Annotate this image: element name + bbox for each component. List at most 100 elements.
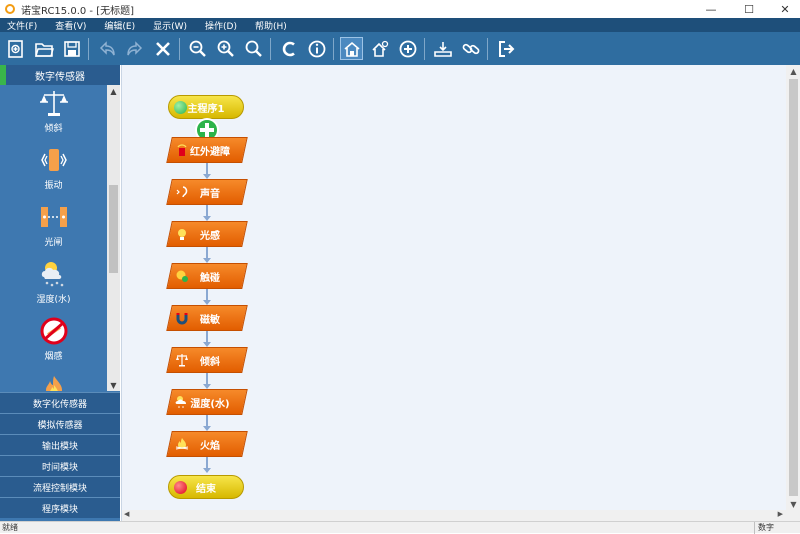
category-digital-sensor-active[interactable]: 数字传感器: [0, 65, 120, 85]
category-flow-control[interactable]: 流程控制模块: [0, 476, 120, 497]
flow-block-label: 火焰: [200, 440, 220, 452]
flow-connector: [206, 415, 208, 427]
redo-icon[interactable]: [123, 37, 146, 60]
flow-block-sound[interactable]: 声音: [166, 179, 248, 205]
scroll-down-arrow-icon[interactable]: ▼: [107, 379, 120, 391]
scroll-left-arrow-icon[interactable]: ◀: [124, 510, 129, 518]
c-compile-icon[interactable]: [277, 37, 300, 60]
sensor-item-humidity[interactable]: 湿度(水): [0, 256, 107, 313]
zoom-fit-icon[interactable]: [242, 37, 265, 60]
toolbar: [0, 32, 800, 65]
toolbar-separator: [88, 37, 89, 60]
scroll-thumb[interactable]: [789, 79, 798, 496]
flame-icon: [38, 373, 70, 391]
light-gate-icon: [38, 202, 70, 232]
sensor-item-vibration[interactable]: 振动: [0, 142, 107, 199]
flowchart-area[interactable]: 主程序1 红外避障 声音 光感 触碰 磁敏 倾斜 湿度(水) 火焰 结束: [122, 65, 786, 510]
add-circle-icon[interactable]: [396, 37, 419, 60]
scroll-thumb[interactable]: [109, 185, 118, 273]
module-panel: 数字传感器 倾斜 振动 光闸 湿度(水) 烟感 ▲ ▼ 数字化传感器 模拟传感器…: [0, 65, 120, 521]
flow-block-infrared[interactable]: 红外避障: [166, 137, 248, 163]
flow-block-label: 光感: [200, 230, 220, 242]
scroll-right-arrow-icon[interactable]: ▶: [778, 510, 783, 518]
end-block-label: 结束: [196, 483, 216, 495]
delete-icon[interactable]: [151, 37, 174, 60]
flow-block-light[interactable]: 光感: [166, 221, 248, 247]
flow-block-tilt[interactable]: 倾斜: [166, 347, 248, 373]
menu-file[interactable]: 文件(F): [7, 19, 37, 32]
flow-connector: [206, 289, 208, 301]
menu-bar: 文件(F) 查看(V) 编辑(E) 显示(W) 操作(D) 帮助(H): [0, 18, 800, 32]
sensor-label: 光闸: [44, 238, 63, 248]
sensor-item-light-gate[interactable]: 光闸: [0, 199, 107, 256]
flow-connector: [206, 205, 208, 217]
flow-block-touch[interactable]: 触碰: [166, 263, 248, 289]
sensor-label: 振动: [44, 181, 63, 191]
close-button[interactable]: ✕: [770, 0, 800, 18]
flow-block-humidity[interactable]: 湿度(水): [166, 389, 248, 415]
menu-view[interactable]: 查看(V): [55, 19, 86, 32]
category-program-module[interactable]: 程序模块: [0, 497, 120, 518]
flow-block-magnet[interactable]: 磁敏: [166, 305, 248, 331]
vibration-icon: [38, 145, 70, 175]
toolbar-separator: [333, 37, 334, 60]
smoke-icon: [38, 316, 70, 346]
flow-connector: [206, 457, 208, 469]
active-category-label: 数字传感器: [35, 71, 85, 83]
window-title: 诺宝RC15.0.0 - [无标题]: [21, 5, 135, 17]
end-block[interactable]: 结束: [168, 475, 244, 499]
flow-block-label: 红外避障: [190, 146, 230, 158]
zoom-out-icon[interactable]: [186, 37, 209, 60]
category-analog-sensor[interactable]: 模拟传感器: [0, 413, 120, 434]
home-icon[interactable]: [340, 37, 363, 60]
canvas-horizontal-scrollbar[interactable]: ◀ ▶: [122, 510, 800, 521]
sensor-item-flame[interactable]: [0, 370, 107, 391]
program-canvas[interactable]: 主程序1 红外避障 声音 光感 触碰 磁敏 倾斜 湿度(水) 火焰 结束 ▲ ▼…: [121, 65, 800, 521]
end-indicator-icon: [174, 481, 187, 494]
menu-display[interactable]: 显示(W): [153, 19, 187, 32]
exit-icon[interactable]: [494, 37, 517, 60]
tilt-icon: [38, 88, 70, 118]
open-folder-icon[interactable]: [32, 37, 55, 60]
settings-home-icon[interactable]: [368, 37, 391, 60]
zoom-in-icon[interactable]: [214, 37, 237, 60]
download-icon[interactable]: [431, 37, 454, 60]
start-block-label: 主程序1: [187, 103, 225, 115]
flow-block-flame[interactable]: 火焰: [166, 431, 248, 457]
sensor-list: 倾斜 振动 光闸 湿度(水) 烟感: [0, 85, 107, 391]
category-digital-sensor[interactable]: 数字化传感器: [0, 392, 120, 413]
minimize-button[interactable]: —: [696, 0, 726, 18]
flow-block-label: 湿度(水): [190, 398, 230, 410]
undo-icon[interactable]: [95, 37, 118, 60]
toolbar-separator: [179, 37, 180, 60]
sensor-label: 倾斜: [44, 124, 63, 134]
link-icon[interactable]: [459, 37, 482, 60]
sensor-item-tilt[interactable]: 倾斜: [0, 85, 107, 142]
menu-help[interactable]: 帮助(H): [255, 19, 287, 32]
flow-block-label: 声音: [200, 188, 220, 200]
save-icon[interactable]: [60, 37, 83, 60]
flow-connector: [206, 331, 208, 343]
canvas-vertical-scrollbar[interactable]: ▲ ▼: [786, 65, 800, 510]
menu-operate[interactable]: 操作(D): [205, 19, 237, 32]
sensor-item-smoke[interactable]: 烟感: [0, 313, 107, 370]
scroll-up-arrow-icon[interactable]: ▲: [786, 65, 800, 77]
info-icon[interactable]: [305, 37, 328, 60]
category-output-module[interactable]: 输出模块: [0, 434, 120, 455]
scroll-up-arrow-icon[interactable]: ▲: [107, 85, 120, 97]
category-time-module[interactable]: 时间模块: [0, 455, 120, 476]
start-indicator-icon: [174, 101, 187, 114]
sensor-label: 湿度(水): [36, 295, 71, 305]
toolbar-separator: [270, 37, 271, 60]
app-logo-icon: [5, 4, 15, 14]
status-bar: 就绪 数字: [0, 521, 800, 534]
title-bar: 诺宝RC15.0.0 - [无标题] — ☐ ✕: [0, 0, 800, 18]
new-file-icon[interactable]: [4, 37, 27, 60]
maximize-button[interactable]: ☐: [734, 0, 764, 18]
scroll-down-arrow-icon[interactable]: ▼: [786, 498, 800, 510]
sensor-label: 烟感: [44, 352, 63, 362]
category-list: 数字化传感器 模拟传感器 输出模块 时间模块 流程控制模块 程序模块: [0, 392, 120, 518]
sensor-list-scrollbar[interactable]: ▲ ▼: [107, 85, 120, 391]
main-program-start-block[interactable]: 主程序1: [168, 95, 244, 119]
menu-edit[interactable]: 编辑(E): [104, 19, 135, 32]
